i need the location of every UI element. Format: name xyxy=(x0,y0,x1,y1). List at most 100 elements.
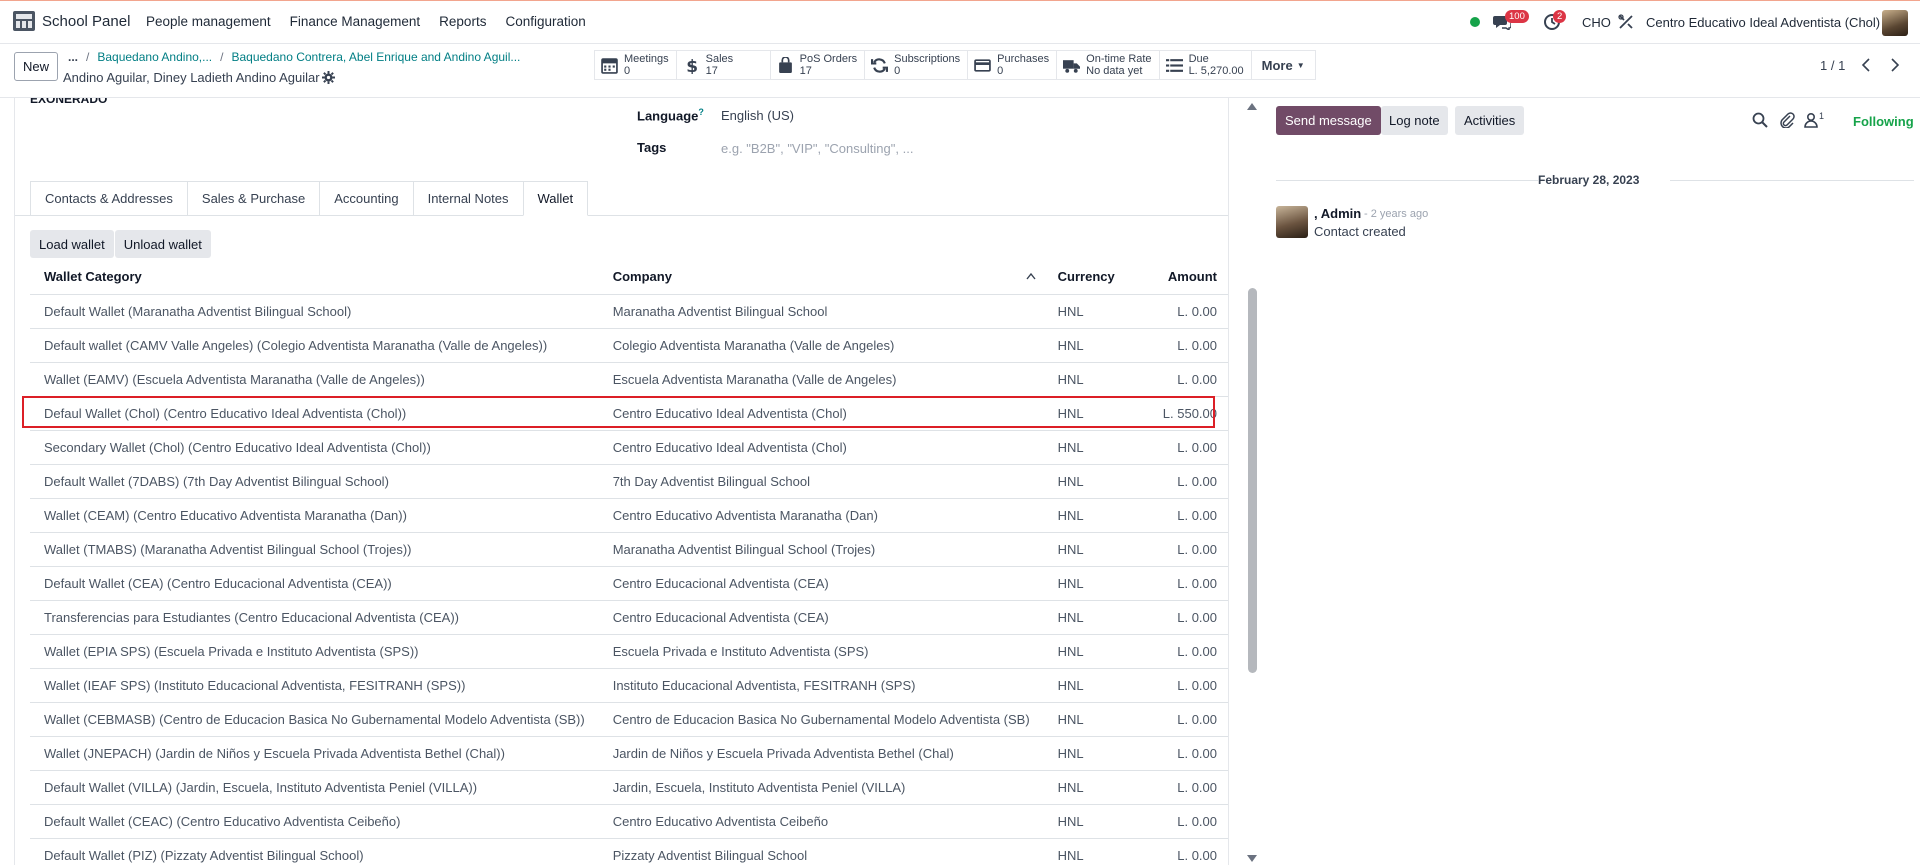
app-logo-icon[interactable] xyxy=(12,9,36,33)
menu-reports[interactable]: Reports xyxy=(439,14,486,29)
chevron-left-icon[interactable] xyxy=(1860,57,1872,73)
table-row[interactable]: Wallet (JNEPACH) (Jardin de Niños y Escu… xyxy=(30,736,1228,771)
smart-button-due[interactable]: Due L. 5,270.00 xyxy=(1158,50,1251,80)
menu-finance-management[interactable]: Finance Management xyxy=(290,14,421,29)
scroll-down-arrow-icon[interactable] xyxy=(1247,855,1257,863)
smart-button-sales[interactable]: $ Sales 17 xyxy=(675,50,770,80)
table-row[interactable]: Secondary Wallet (Chol) (Centro Educativ… xyxy=(30,430,1228,465)
cell-amount: L. 0.00 xyxy=(1128,328,1228,363)
message-author-avatar[interactable] xyxy=(1276,206,1308,238)
gear-icon[interactable] xyxy=(322,71,335,84)
cell-currency: HNL xyxy=(1043,294,1129,329)
cell-amount: L. 0.00 xyxy=(1128,634,1228,669)
menu-people-management[interactable]: People management xyxy=(146,14,271,29)
svg-text:$: $ xyxy=(686,57,698,74)
table-row[interactable]: Default Wallet (Maranatha Adventist Bili… xyxy=(30,294,1228,329)
more-dropdown[interactable]: More ▼ xyxy=(1250,50,1316,80)
following-button[interactable]: Following xyxy=(1853,114,1914,129)
table-row[interactable]: Default Wallet (CEAC) (Centro Educativo … xyxy=(30,804,1228,839)
language-field[interactable]: English (US) xyxy=(721,108,794,123)
chevron-right-icon[interactable] xyxy=(1889,57,1901,73)
cell-wallet-category: Wallet (JNEPACH) (Jardin de Niños y Escu… xyxy=(30,736,599,771)
app-name[interactable]: School Panel xyxy=(42,13,130,30)
followers-icon[interactable] xyxy=(1803,112,1819,128)
notebook-tabs: Contacts & Addresses Sales & Purchase Ac… xyxy=(30,181,589,216)
cell-wallet-category: Wallet (IEAF SPS) (Instituto Educacional… xyxy=(30,668,599,703)
table-row[interactable]: Wallet (CEBMASB) (Centro de Educacion Ba… xyxy=(30,702,1228,737)
cell-wallet-category: Default wallet (CAMV Valle Angeles) (Col… xyxy=(30,328,599,363)
breadcrumb-item[interactable]: Baquedano Andino,... xyxy=(97,50,212,64)
cell-company: Centro Educacional Adventista (CEA) xyxy=(598,600,1044,635)
cell-wallet-category: Default Wallet (PIZ) (Pizzaty Adventist … xyxy=(30,838,599,865)
tab-accounting[interactable]: Accounting xyxy=(319,181,413,216)
cell-company: Maranatha Adventist Bilingual School (Tr… xyxy=(598,532,1044,567)
column-header-wallet-category[interactable]: Wallet Category xyxy=(30,260,599,295)
table-row[interactable]: Default wallet (CAMV Valle Angeles) (Col… xyxy=(30,328,1228,363)
activities-button[interactable]: Activities xyxy=(1455,106,1525,135)
column-header-currency[interactable]: Currency xyxy=(1043,260,1129,295)
menu-configuration[interactable]: Configuration xyxy=(505,14,585,29)
sort-ascending-icon xyxy=(1026,273,1036,280)
tab-internal-notes[interactable]: Internal Notes xyxy=(412,181,523,216)
table-row[interactable]: Wallet (EAMV) (Escuela Adventista Marana… xyxy=(30,362,1228,397)
tab-wallet[interactable]: Wallet xyxy=(522,181,589,216)
cell-company: Escuela Adventista Maranatha (Valle de A… xyxy=(598,362,1044,397)
refresh-icon xyxy=(871,57,889,73)
cell-amount: L. 0.00 xyxy=(1128,668,1228,703)
company-switcher[interactable]: Centro Educativo Ideal Adventista (Chol) xyxy=(1646,15,1880,30)
table-row[interactable]: Default Wallet (PIZ) (Pizzaty Adventist … xyxy=(30,838,1228,865)
tab-contacts-addresses[interactable]: Contacts & Addresses xyxy=(30,181,187,216)
company-code[interactable]: CHO xyxy=(1582,15,1611,30)
smart-button-pos-orders[interactable]: PoS Orders 17 xyxy=(769,50,865,80)
smart-button-on-time-rate[interactable]: On-time Rate No data yet xyxy=(1056,50,1159,80)
cell-company: Escuela Privada e Instituto Adventista (… xyxy=(598,634,1044,669)
tags-input[interactable]: e.g. "B2B", "VIP", "Consulting", ... xyxy=(721,141,913,156)
table-row[interactable]: Wallet (IEAF SPS) (Instituto Educacional… xyxy=(30,668,1228,703)
column-header-company[interactable]: Company xyxy=(598,260,1044,295)
table-row[interactable]: Wallet (EPIA SPS) (Escuela Privada e Ins… xyxy=(30,634,1228,669)
smart-button-subscriptions[interactable]: Subscriptions 0 xyxy=(864,50,968,80)
search-icon[interactable] xyxy=(1752,112,1768,128)
cell-amount: L. 0.00 xyxy=(1128,736,1228,771)
smart-button-purchases[interactable]: Purchases 0 xyxy=(967,50,1057,80)
unload-wallet-button[interactable]: Unload wallet xyxy=(114,230,211,258)
table-row[interactable]: Transferencias para Estudiantes (Centro … xyxy=(30,600,1228,635)
send-message-button[interactable]: Send message xyxy=(1276,106,1381,135)
message-author[interactable]: , Admin xyxy=(1314,206,1361,221)
cell-amount: L. 0.00 xyxy=(1128,566,1228,601)
breadcrumb: ... / Baquedano Andino,... / Baquedano C… xyxy=(68,50,520,64)
log-note-button[interactable]: Log note xyxy=(1381,106,1448,135)
stat-value: 17 xyxy=(799,65,812,77)
date-separator-line xyxy=(1276,180,1538,181)
table-row[interactable]: Default Wallet (VILLA) (Jardin, Escuela,… xyxy=(30,770,1228,805)
tools-icon[interactable] xyxy=(1618,14,1634,30)
scrollbar-thumb[interactable] xyxy=(1248,288,1257,673)
language-label-text: Language xyxy=(637,108,699,124)
table-row[interactable]: Defaul Wallet (Chol) (Centro Educativo I… xyxy=(30,396,1228,431)
scroll-up-arrow-icon[interactable] xyxy=(1247,102,1257,110)
load-wallet-button[interactable]: Load wallet xyxy=(30,230,114,258)
cell-amount: L. 0.00 xyxy=(1128,702,1228,737)
table-row[interactable]: Wallet (TMABS) (Maranatha Adventist Bili… xyxy=(30,532,1228,567)
table-header-row: Wallet Category Company Currency Amount xyxy=(30,260,1228,295)
cell-amount: L. 0.00 xyxy=(1128,600,1228,635)
table-row[interactable]: Default Wallet (CEA) (Centro Educacional… xyxy=(30,566,1228,601)
pager-value[interactable]: 1 / 1 xyxy=(1820,58,1845,73)
cell-company: Maranatha Adventist Bilingual School xyxy=(598,294,1044,329)
column-header-amount[interactable]: Amount xyxy=(1128,260,1228,295)
cell-company: Centro Educacional Adventista (CEA) xyxy=(598,566,1044,601)
table-row[interactable]: Default Wallet (7DABS) (7th Day Adventis… xyxy=(30,464,1228,499)
status-online-dot xyxy=(1470,17,1480,27)
cell-currency: HNL xyxy=(1043,430,1129,465)
cell-wallet-category: Default Wallet (7DABS) (7th Day Adventis… xyxy=(30,464,599,499)
new-button[interactable]: New xyxy=(14,52,58,81)
help-tooltip-icon[interactable]: ? xyxy=(698,107,704,117)
stat-value: 0 xyxy=(894,65,901,77)
breadcrumb-ellipsis[interactable]: ... xyxy=(68,50,78,64)
tab-sales-purchase[interactable]: Sales & Purchase xyxy=(186,181,320,216)
breadcrumb-item[interactable]: Baquedano Contrera, Abel Enrique and And… xyxy=(231,50,520,64)
paperclip-icon[interactable] xyxy=(1779,112,1795,128)
table-row[interactable]: Wallet (CEAM) (Centro Educativo Adventis… xyxy=(30,498,1228,533)
user-avatar[interactable] xyxy=(1882,10,1908,36)
smart-button-meetings[interactable]: Meetings 0 xyxy=(594,50,676,80)
